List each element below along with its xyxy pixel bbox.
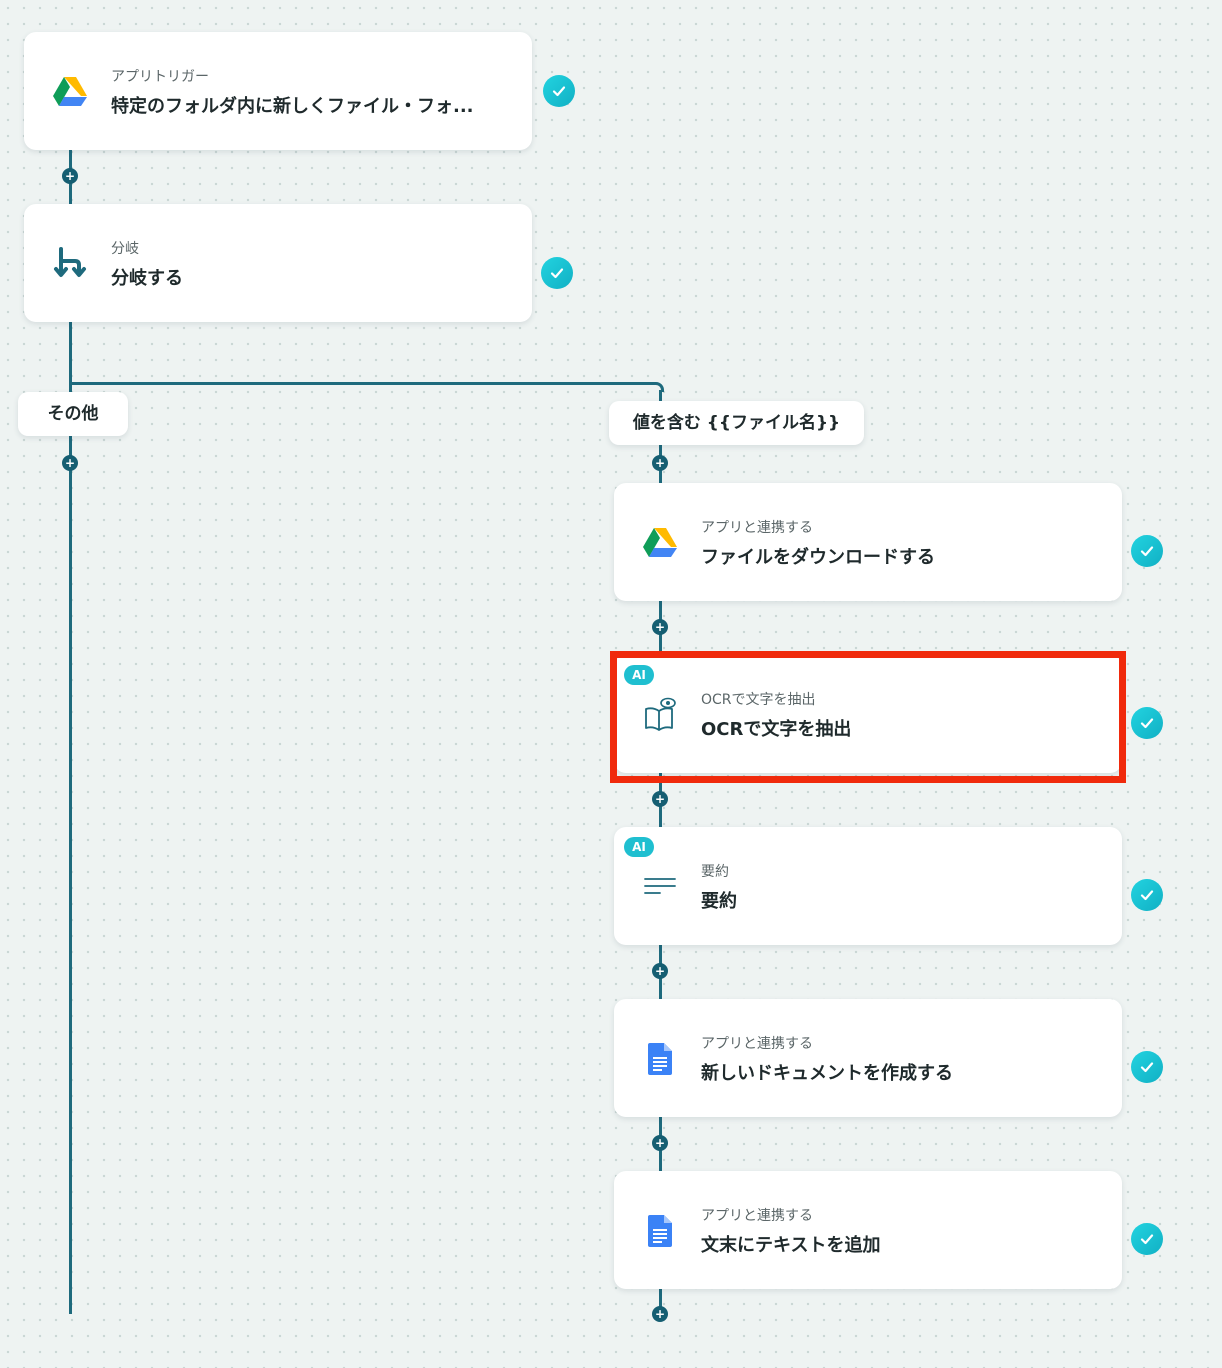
google-drive-icon xyxy=(642,525,678,561)
branch-connector-line xyxy=(69,382,654,385)
branch-label-other[interactable]: その他 xyxy=(18,392,128,436)
trunk-line-left xyxy=(69,148,72,1314)
step-card-create-document[interactable]: アプリと連携する 新しいドキュメントを作成する xyxy=(614,999,1122,1117)
step-card-ocr[interactable]: AI OCRで文字を抽出 OCRで文字を抽出 xyxy=(614,655,1122,773)
check-icon xyxy=(1131,707,1163,739)
branch-label-condition[interactable]: 値を含む {{ファイル名}} xyxy=(609,401,864,445)
card-title: 特定のフォルダ内に新しくファイル・フォ... xyxy=(111,96,474,117)
summary-lines-icon xyxy=(642,869,678,905)
google-docs-icon xyxy=(642,1041,678,1077)
card-subtitle: OCRで文字を抽出 xyxy=(701,692,816,708)
add-step-plus-icon[interactable]: + xyxy=(652,455,668,471)
add-step-plus-icon[interactable]: + xyxy=(652,963,668,979)
card-title: ファイルをダウンロードする xyxy=(701,547,935,568)
check-icon xyxy=(1131,1051,1163,1083)
add-step-plus-icon[interactable]: + xyxy=(652,1306,668,1322)
add-step-plus-icon[interactable]: + xyxy=(652,791,668,807)
card-subtitle: アプリと連携する xyxy=(701,1208,813,1224)
card-subtitle: 分岐 xyxy=(111,241,139,257)
add-step-plus-icon[interactable]: + xyxy=(62,455,78,471)
google-drive-icon xyxy=(52,74,88,110)
step-card-download[interactable]: アプリと連携する ファイルをダウンロードする xyxy=(614,483,1122,601)
check-icon xyxy=(1131,535,1163,567)
step-card-summary[interactable]: AI 要約 要約 xyxy=(614,827,1122,945)
ai-badge: AI xyxy=(624,665,654,685)
step-card-append-text[interactable]: アプリと連携する 文末にテキストを追加 xyxy=(614,1171,1122,1289)
card-subtitle: アプリと連携する xyxy=(701,520,813,536)
ocr-book-eye-icon xyxy=(642,697,678,733)
card-title: 新しいドキュメントを作成する xyxy=(701,1063,953,1084)
add-step-plus-icon[interactable]: + xyxy=(62,168,78,184)
check-icon xyxy=(541,257,573,289)
check-icon xyxy=(1131,1223,1163,1255)
card-title: 分岐する xyxy=(111,268,183,289)
card-title: OCRで文字を抽出 xyxy=(701,719,852,740)
add-step-plus-icon[interactable]: + xyxy=(652,619,668,635)
card-title: 要約 xyxy=(701,891,737,912)
trigger-card[interactable]: アプリトリガー 特定のフォルダ内に新しくファイル・フォ... xyxy=(24,32,532,150)
check-icon xyxy=(1131,879,1163,911)
card-title: 文末にテキストを追加 xyxy=(701,1235,881,1256)
card-subtitle: アプリトリガー xyxy=(111,69,209,85)
card-subtitle: 要約 xyxy=(701,864,729,880)
branch-card[interactable]: 分岐 分岐する xyxy=(24,204,532,322)
branch-icon xyxy=(52,246,88,282)
google-docs-icon xyxy=(642,1213,678,1249)
ai-badge: AI xyxy=(624,837,654,857)
add-step-plus-icon[interactable]: + xyxy=(652,1135,668,1151)
check-icon xyxy=(543,75,575,107)
card-subtitle: アプリと連携する xyxy=(701,1036,813,1052)
